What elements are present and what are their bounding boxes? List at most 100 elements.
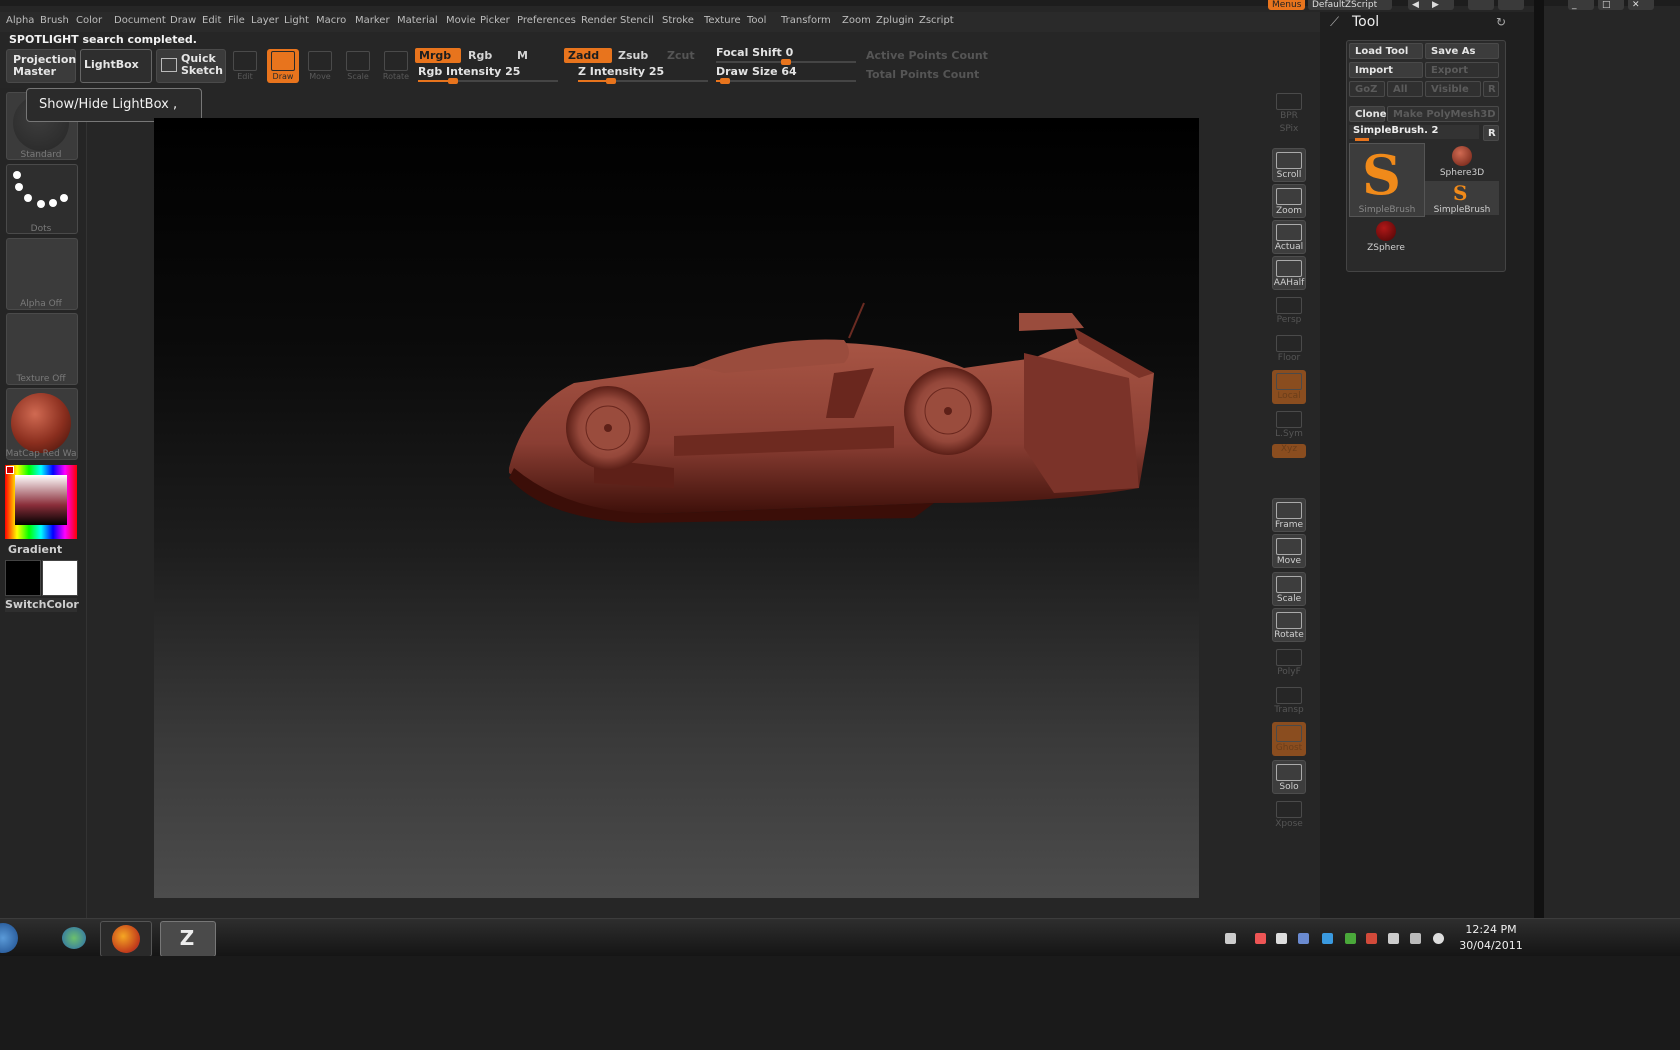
persp-button[interactable]: Persp [1272,294,1306,328]
mrgb-toggle[interactable]: Mrgb [415,48,461,63]
zadd-toggle[interactable]: Zadd [564,48,612,63]
spix-label[interactable]: SPix [1272,124,1306,138]
taskbar-time[interactable]: 12:24 PM [1456,922,1526,937]
scale-button[interactable]: Scale [342,49,374,83]
import-button[interactable]: Import [1349,62,1423,78]
taskbar-date[interactable]: 30/04/2011 [1456,938,1526,953]
menu-material[interactable]: Material [397,15,438,26]
menus-toggle[interactable]: Menus [1268,0,1306,10]
projection-master-button[interactable]: Projection Master [6,49,76,83]
car-model[interactable] [154,118,1199,898]
move-button[interactable]: Move [304,49,336,83]
edit-button[interactable]: Edit [229,49,261,83]
menu-alpha[interactable]: Alpha [6,15,34,26]
network-tray-icon[interactable] [1255,933,1266,944]
primary-color-swatch[interactable] [5,560,41,596]
menu-color[interactable]: Color [76,15,102,26]
menu-movie[interactable]: Movie [446,15,476,26]
start-orb-icon[interactable] [0,923,18,953]
switch-color-button[interactable]: SwitchColor [5,598,79,612]
draw-size-slider[interactable]: Draw Size 64 [716,65,856,84]
tool-tile-simplebrush-large[interactable]: S SimpleBrush [1349,143,1425,217]
ghost-button[interactable]: Ghost [1272,722,1306,756]
gradient-label[interactable]: Gradient [8,543,62,556]
layout-icon[interactable] [1468,0,1494,10]
menu-texture[interactable]: Texture [704,15,741,26]
menu-tool[interactable]: Tool [747,15,766,26]
bpr-button[interactable]: BPR [1272,90,1306,124]
polyf-button[interactable]: PolyF [1272,646,1306,680]
menu-draw[interactable]: Draw [170,15,196,26]
quick-sketch-button[interactable]: Quick Sketch [156,49,226,83]
menu-brush[interactable]: Brush [40,15,69,26]
power-tray-icon[interactable] [1410,933,1421,944]
current-tool-r-button[interactable]: R [1483,125,1499,141]
bluetooth-tray-icon[interactable] [1322,933,1333,944]
menu-file[interactable]: File [228,15,245,26]
floor-button[interactable]: Floor [1272,332,1306,366]
solo-button[interactable]: Solo [1272,760,1306,794]
menu-layer[interactable]: Layer [251,15,279,26]
menu-macro[interactable]: Macro [316,15,346,26]
clock-tray-icon[interactable] [1433,933,1444,944]
tool-tile-zsphere[interactable]: ZSphere [1349,219,1423,255]
menu-transform[interactable]: Transform [781,15,831,26]
tools-tray-icon[interactable] [1276,933,1287,944]
display-tray-icon[interactable] [1298,933,1309,944]
layout2-icon[interactable] [1498,0,1524,10]
save-as-button[interactable]: Save As [1425,43,1499,59]
export-button[interactable]: Export [1425,62,1499,78]
tool-tile-sphere3d[interactable]: Sphere3D [1425,143,1499,179]
goz-all-button[interactable]: All [1387,81,1423,97]
menu-preferences[interactable]: Preferences [517,15,576,26]
tool-tile-simplebrush-small[interactable]: S SimpleBrush [1425,181,1499,215]
focal-shift-slider[interactable]: Focal Shift 0 [716,46,856,65]
default-zscript-button[interactable]: DefaultZScript [1308,0,1392,10]
goz-r-button[interactable]: R [1483,81,1499,97]
clone-button[interactable]: Clone [1349,106,1387,122]
rotate-button[interactable]: Rotate [380,49,412,83]
aahalf-button[interactable]: AAHalf [1272,256,1306,290]
menu-document[interactable]: Document [114,15,166,26]
m-toggle[interactable]: M [513,48,559,63]
draw-button[interactable]: Draw [267,49,299,83]
document-canvas[interactable] [154,118,1199,898]
tool-refresh-icon[interactable]: ↻ [1496,15,1506,29]
rgb-toggle[interactable]: Rgb [464,48,510,63]
make-polymesh-button[interactable]: Make PolyMesh3D [1387,106,1499,122]
scroll-button[interactable]: Scroll [1272,148,1306,182]
volume-tray-icon[interactable] [1388,933,1399,944]
current-tool-slider[interactable]: SimpleBrush. 2 [1349,125,1479,139]
secondary-color-swatch[interactable] [42,560,78,596]
menu-zoom[interactable]: Zoom [842,15,871,26]
menu-edit[interactable]: Edit [202,15,221,26]
goz-button[interactable]: GoZ [1349,81,1385,97]
panel-scrollbar[interactable] [1534,0,1544,918]
messenger-icon[interactable] [62,927,86,949]
rgb-intensity-knob[interactable] [448,78,458,84]
zoom-button[interactable]: Zoom [1272,184,1306,218]
menu-stencil[interactable]: Stencil [620,15,654,26]
draw-size-knob[interactable] [719,78,730,84]
menu-render[interactable]: Render [581,15,617,26]
zsub-toggle[interactable]: Zsub [614,48,662,63]
load-tool-button[interactable]: Load Tool [1349,43,1423,59]
move-view-button[interactable]: Move [1272,534,1306,568]
firefox-taskbar-button[interactable] [100,921,152,957]
z-intensity-knob[interactable] [605,78,616,84]
xpose-button[interactable]: Xpose [1272,798,1306,832]
menu-zscript[interactable]: Zscript [919,15,954,26]
scale-view-button[interactable]: Scale [1272,572,1306,606]
color-picker[interactable] [5,465,77,539]
zcut-toggle[interactable]: Zcut [663,48,709,63]
xyz-button[interactable]: Xyz [1272,444,1306,458]
next-arrow-icon[interactable]: ▶ [1428,0,1454,10]
color-picker-square[interactable] [15,475,67,525]
rgb-intensity-slider[interactable]: Rgb Intensity 25 [418,65,558,84]
rotate-view-button[interactable]: Rotate [1272,608,1306,642]
minimize-icon[interactable]: _ [1568,0,1594,10]
status-tray-icon[interactable] [1345,933,1356,944]
flag-tray-icon[interactable] [1366,933,1377,944]
transp-button[interactable]: Transp [1272,684,1306,718]
tool-pin-icon[interactable]: ⟋ [1330,15,1339,30]
